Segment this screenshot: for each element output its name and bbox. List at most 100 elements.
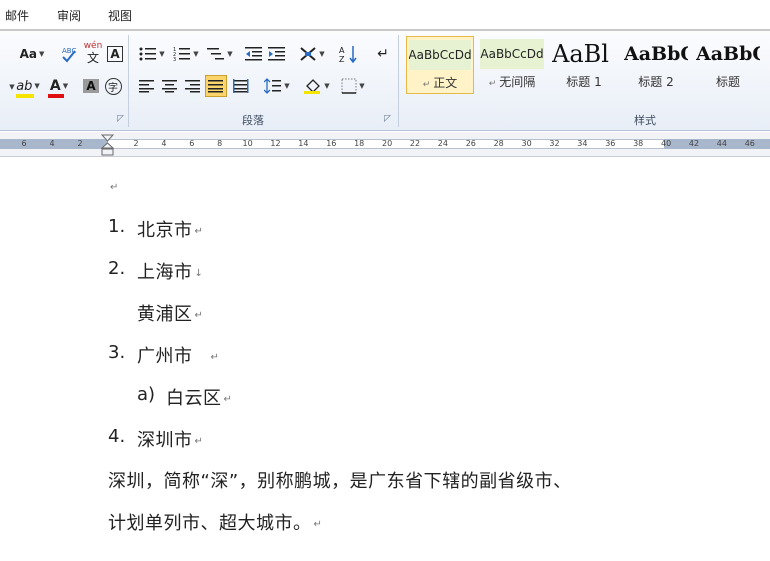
show-marks-icon[interactable]: ↵ <box>372 43 394 65</box>
sublist-item: 白云区 ↵ <box>166 384 232 410</box>
body-text-line: 深圳，简称“深”，别称鹏城，是广东省下辖的副省级市、 <box>108 471 572 492</box>
numbering-button[interactable]: 1 2 3 ▼ <box>170 43 202 65</box>
paragraph-mark: ↵ <box>194 435 204 447</box>
style-sample: AaBl <box>552 39 616 69</box>
char-shading-label: A <box>83 79 99 93</box>
ruler-number: 40 <box>661 139 672 148</box>
style-heading-2[interactable]: AaBbC 标题 2 <box>622 36 690 94</box>
style-normal[interactable]: AaBbCcDd ↵ 正文 <box>406 36 474 94</box>
char-border-label: A <box>107 46 123 62</box>
enclose-char-button[interactable]: 字 <box>102 75 124 97</box>
style-name: 标题 2 <box>638 75 674 89</box>
spelling-icon[interactable]: ABC <box>58 43 80 65</box>
line-spacing-button[interactable]: ▼ <box>262 75 292 97</box>
empty-paragraph-mark: ↵ <box>110 182 119 193</box>
multilevel-list-button[interactable]: ▼ <box>204 43 236 65</box>
bullets-button[interactable]: ▼ <box>136 43 168 65</box>
style-name: 标题 1 <box>566 75 602 89</box>
increase-indent-icon[interactable] <box>266 43 288 65</box>
font-color-button[interactable]: A ▼ <box>44 75 74 98</box>
style-sample-text: AaBbC <box>696 43 760 65</box>
style-name-text: 无间隔 <box>499 75 536 89</box>
change-case-label: Aa <box>19 47 37 61</box>
style-sample: AaBbCcDd <box>480 39 544 69</box>
ruler-number: 34 <box>577 139 588 148</box>
align-right-icon[interactable] <box>182 75 204 97</box>
font-dialog-launcher-icon[interactable]: ◸ <box>117 114 124 124</box>
ruler-number: 8 <box>217 139 223 148</box>
ruler-number: 10 <box>242 139 253 148</box>
align-left-icon[interactable] <box>136 75 158 97</box>
decrease-indent-icon[interactable] <box>243 43 265 65</box>
svg-text:Z: Z <box>339 55 345 63</box>
phonetic-guide-button[interactable]: wén 文 <box>82 41 104 65</box>
style-no-spacing[interactable]: AaBbCcDd ↵ 无间隔 <box>478 36 546 94</box>
ruler-number: 4 <box>49 139 55 148</box>
ruler-number: 30 <box>521 139 532 148</box>
tab-mailings[interactable]: 邮件 <box>5 7 29 24</box>
char-shading-button[interactable]: A <box>80 75 102 97</box>
body-text-line: 计划单列市、超大城市。 ↵ <box>108 509 322 535</box>
style-sample: AaBbCcDd <box>409 40 471 70</box>
style-name: ↵ 正文 <box>422 76 458 90</box>
paragraph-mark: ↵ <box>223 393 233 405</box>
ruler-number: 18 <box>354 139 365 148</box>
font-color-label: A <box>49 78 61 94</box>
ribbon-tab-bar: 邮件 审阅 视图 <box>0 0 770 30</box>
char-border-button[interactable]: A <box>104 43 126 65</box>
ruler-number: 2 <box>77 139 83 148</box>
list-item-text: 北京市 <box>137 220 193 241</box>
phonetic-guide-label: wén <box>83 41 103 51</box>
align-center-icon[interactable] <box>159 75 181 97</box>
group-separator <box>398 35 399 127</box>
ruler-number: 44 <box>716 139 727 148</box>
list-item-text: 黄浦区 <box>137 304 193 325</box>
document-page[interactable]: ↵ 1. 北京市 ↵ 2. 上海市 ↓ 黄浦区 ↵ 3. 广州市 ↵ a) 白云区 ↵ 4… <box>0 158 770 561</box>
paragraph-group-label: 段落 <box>242 114 264 127</box>
style-sample-text: AaBbCcDd <box>480 47 544 61</box>
text-highlight-button[interactable]: ab ▼ <box>12 75 44 98</box>
list-number: 2. <box>108 258 126 279</box>
sort-icon[interactable]: AZ <box>338 43 360 65</box>
chinese-layout-button[interactable]: ▼ <box>298 43 326 65</box>
list-number: 4. <box>108 426 126 447</box>
indent-marker-icon[interactable] <box>101 134 114 156</box>
list-item: 北京市 ↵ <box>137 216 203 242</box>
paragraph-mark: ↵ <box>210 351 220 363</box>
line-break-mark: ↓ <box>194 267 204 279</box>
svg-text:A: A <box>339 46 345 55</box>
style-title[interactable]: AaBbC 标题 <box>694 36 762 94</box>
borders-button[interactable]: ▼ <box>338 75 368 97</box>
ruler-number: 46 <box>744 139 755 148</box>
style-sample-text: AaBbC <box>624 43 688 65</box>
tab-review[interactable]: 审阅 <box>57 7 81 24</box>
tab-view[interactable]: 视图 <box>108 7 132 24</box>
change-case-button[interactable]: Aa ▼ <box>18 43 46 65</box>
paragraph-dialog-launcher-icon[interactable]: ◸ <box>384 114 391 124</box>
horizontal-ruler[interactable]: 6 4 2 2 4 6 8 10 12 14 16 18 20 22 24 26 28 30 32 34 36 38… <box>0 132 770 157</box>
ruler-number: 12 <box>270 139 281 148</box>
list-item-text: 深圳市 <box>137 430 193 451</box>
style-sample-text: AaBl <box>552 40 609 68</box>
sublist-letter: a) <box>137 384 156 405</box>
style-heading-1[interactable]: AaBl 标题 1 <box>550 36 618 94</box>
style-name-text: 正文 <box>433 76 458 90</box>
ruler-number: 4 <box>161 139 167 148</box>
list-item: 深圳市 ↵ <box>137 426 203 452</box>
highlight-color-bar <box>16 93 35 98</box>
svg-text:3: 3 <box>173 57 176 62</box>
group-separator <box>128 35 129 127</box>
styles-group-label: 样式 <box>634 114 656 127</box>
justify-icon[interactable] <box>205 75 227 97</box>
style-sample-text: AaBbCcDd <box>409 48 471 62</box>
body-text: 计划单列市、超大城市。 <box>108 513 312 534</box>
shading-button[interactable]: ▼ <box>302 75 332 97</box>
paragraph-mark: ↵ <box>313 518 323 530</box>
paragraph-mark: ↵ <box>194 309 204 321</box>
style-sample: AaBbC <box>696 39 760 69</box>
list-item-text: 白云区 <box>166 388 222 409</box>
highlight-label: ab <box>16 78 33 94</box>
distributed-icon[interactable] <box>230 75 252 97</box>
ribbon: Aa ▼ ABC wén 文 A ▼ ab ▼ A ▼ A 字 ◸ ▼ 1 2 … <box>0 31 770 131</box>
ruler-number: 32 <box>549 139 560 148</box>
